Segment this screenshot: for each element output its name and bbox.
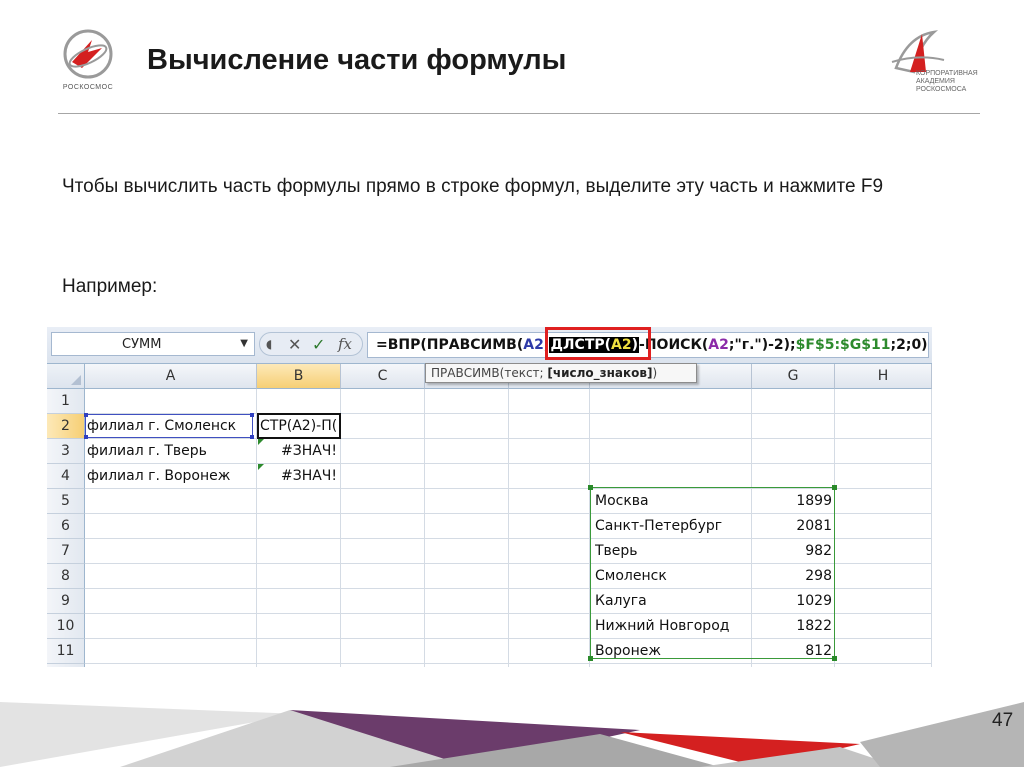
row-header-6[interactable]: 6 — [47, 514, 85, 539]
grid-line — [508, 389, 509, 667]
grid-line — [931, 389, 932, 667]
formula-reference-a2 — [84, 413, 254, 439]
cell-b4[interactable]: #ЗНАЧ! — [281, 464, 341, 488]
row-header-9[interactable]: 9 — [47, 589, 85, 614]
column-header-a[interactable]: A — [85, 364, 257, 389]
column-header-b[interactable]: B — [257, 364, 341, 389]
cell-b3[interactable]: #ЗНАЧ! — [281, 439, 341, 463]
row-header-4[interactable]: 4 — [47, 464, 85, 489]
grid-line — [424, 389, 425, 667]
formula-buttons: ◖ ✕ ✓ fx — [259, 332, 363, 356]
decorative-footer — [0, 702, 1024, 767]
formula-text: =ВПР(ПРАВСИМВ(A2;ДЛСТР(A2)-ПОИСК(A2;"г."… — [376, 337, 928, 353]
row-header-12[interactable]: 12 — [47, 664, 85, 667]
grid-line — [85, 663, 932, 664]
column-header-g[interactable]: G — [752, 364, 835, 389]
formula-bar: СУММ ▼ ◖ ✕ ✓ fx =ВПР(ПРАВСИМВ(A2;ДЛСТР(A… — [47, 327, 932, 364]
logo-left-caption: РОСКОСМОС — [62, 84, 114, 91]
row-header-7[interactable]: 7 — [47, 539, 85, 564]
highlight-box — [545, 327, 651, 360]
name-box[interactable]: СУММ ▼ — [51, 332, 255, 356]
academy-logo: КОРПОРАТИВНАЯ АКАДЕМИЯ РОСКОСМОСА — [888, 28, 988, 98]
row-header-3[interactable]: 3 — [47, 439, 85, 464]
enter-check-icon[interactable]: ✓ — [312, 335, 325, 354]
row-header-10[interactable]: 10 — [47, 614, 85, 639]
header-divider — [58, 113, 980, 114]
column-header-h[interactable]: H — [835, 364, 932, 389]
column-header-c[interactable]: C — [341, 364, 425, 389]
slide: РОСКОСМОС Вычисление части формулы КОРПО… — [0, 0, 1024, 767]
row-header-11[interactable]: 11 — [47, 639, 85, 664]
dropdown-arrow-icon[interactable]: ▼ — [240, 338, 248, 349]
name-box-value: СУММ — [122, 337, 162, 352]
grip-icon: ◖ — [266, 337, 273, 351]
function-tooltip: ПРАВСИМВ(текст; [число_знаков]) — [425, 363, 697, 383]
active-cell-b2[interactable]: СТР(A2)-П( — [257, 413, 341, 439]
row-header-8[interactable]: 8 — [47, 564, 85, 589]
error-indicator — [258, 464, 264, 470]
instruction-text: Чтобы вычислить часть формулы прямо в ст… — [62, 176, 884, 197]
slide-title: Вычисление части формулы — [147, 44, 567, 76]
roscosmos-logo: РОСКОСМОС — [62, 28, 114, 96]
lookup-range-highlight — [588, 485, 837, 661]
page-number: 47 — [992, 710, 1014, 731]
select-all-corner[interactable] — [47, 364, 85, 389]
excel-screenshot: СУММ ▼ ◖ ✕ ✓ fx =ВПР(ПРАВСИМВ(A2;ДЛСТР(A… — [47, 327, 932, 667]
insert-function-icon[interactable]: fx — [338, 335, 352, 353]
roscosmos-emblem-icon — [63, 29, 113, 79]
row-header-1[interactable]: 1 — [47, 389, 85, 414]
example-label: Например: — [62, 276, 158, 297]
error-indicator — [258, 439, 264, 445]
row-header-2[interactable]: 2 — [47, 414, 85, 439]
logo-right-caption: КОРПОРАТИВНАЯ АКАДЕМИЯ РОСКОСМОСА — [916, 70, 978, 93]
cancel-x-icon[interactable]: ✕ — [288, 335, 301, 354]
row-header-5[interactable]: 5 — [47, 489, 85, 514]
